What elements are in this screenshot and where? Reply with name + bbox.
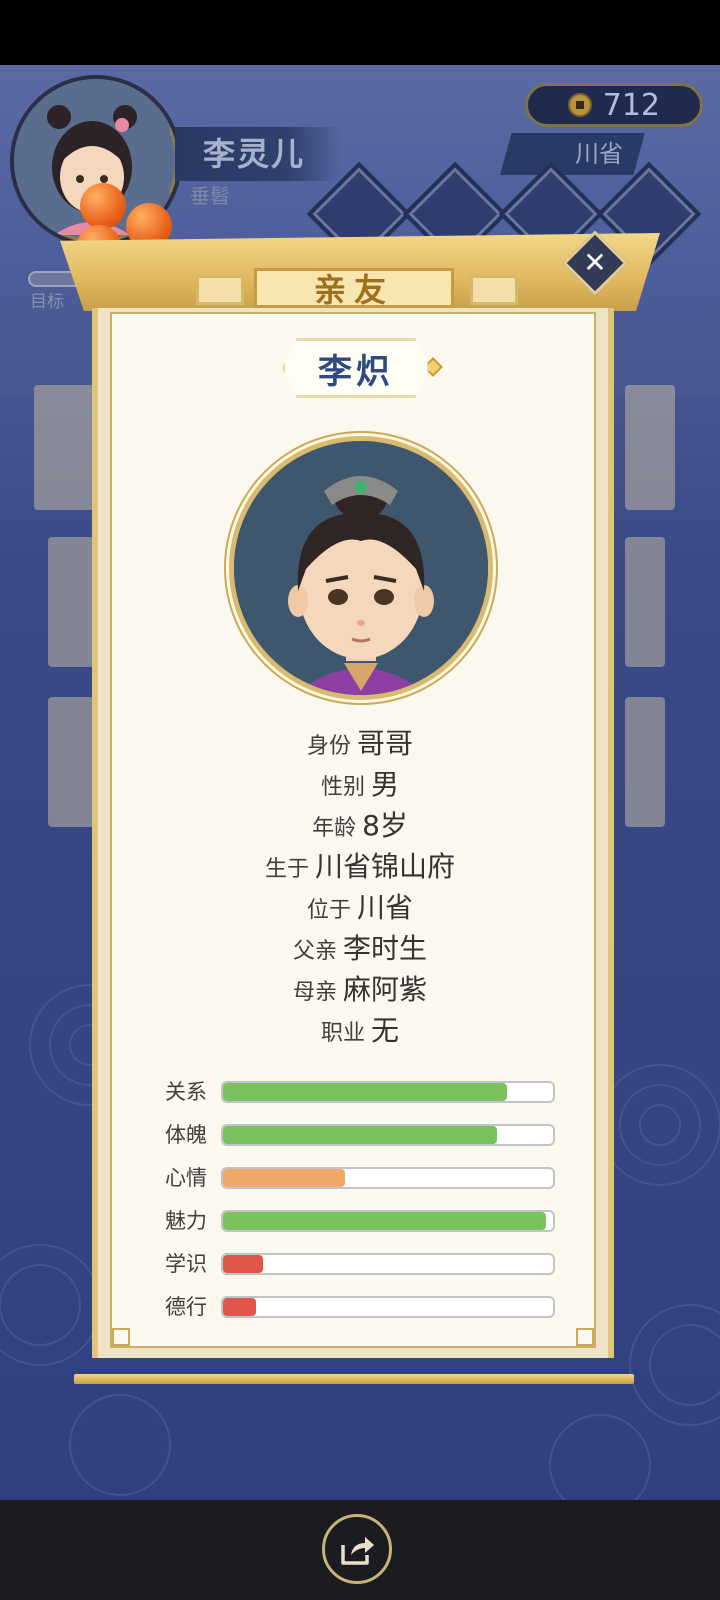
stat-row: 魅力	[165, 1209, 555, 1233]
stat-bar	[221, 1167, 555, 1189]
copper-coin-icon	[568, 93, 592, 117]
corner-ornament	[112, 1328, 130, 1346]
goal-label: 目标	[30, 292, 64, 312]
info-label: 父亲	[292, 939, 337, 964]
info-label: 身份	[306, 734, 351, 759]
stat-label: 学识	[165, 1252, 207, 1276]
currency-amount: 712	[602, 87, 660, 123]
stat-bar-fill	[223, 1126, 497, 1144]
stat-bar-fill	[223, 1212, 547, 1230]
info-value: 8岁	[362, 809, 408, 842]
bottom-bar	[0, 1500, 720, 1600]
stat-label: 体魄	[165, 1123, 207, 1147]
close-icon[interactable]: ✕	[572, 240, 618, 286]
info-value: 川省锦山府	[315, 850, 456, 883]
ornament-box	[470, 275, 518, 305]
share-icon	[341, 1537, 374, 1565]
info-label: 生于	[264, 857, 309, 882]
info-row: 母亲 麻阿紫	[92, 968, 628, 1008]
info-row: 位于 川省	[92, 886, 628, 926]
stat-row: 心情	[165, 1166, 555, 1190]
info-value: 哥哥	[357, 727, 414, 760]
info-label: 母亲	[292, 980, 337, 1005]
location-name: 川省	[575, 140, 623, 168]
info-row: 职业无	[92, 1009, 628, 1049]
info-value: 无	[371, 1014, 400, 1047]
stat-row: 学识	[165, 1252, 555, 1276]
info-row: 性别男	[92, 763, 628, 803]
currency-display: 712	[525, 83, 703, 127]
player-name: 李灵儿	[175, 127, 340, 181]
stat-bar	[221, 1124, 555, 1146]
stat-row: 德行	[165, 1295, 555, 1319]
stat-bar	[221, 1081, 555, 1103]
stat-label: 心情	[165, 1166, 207, 1190]
info-label: 位于	[306, 898, 351, 923]
dialog-title: 亲友	[254, 268, 454, 309]
stat-bar	[221, 1210, 555, 1232]
info-row: 父亲 李时生	[92, 927, 628, 967]
dialog-title-text: 亲友	[313, 271, 394, 309]
stat-bar-fill	[223, 1083, 507, 1101]
background-card	[625, 385, 675, 510]
background-card	[34, 385, 94, 510]
player-age-stage: 垂髫	[190, 184, 230, 208]
info-row: 身份 哥哥	[92, 722, 628, 762]
stat-row: 体魄	[165, 1123, 555, 1147]
info-row: 年龄 8岁	[92, 804, 628, 844]
info-value: 男	[371, 768, 400, 801]
share-button[interactable]	[322, 1514, 392, 1584]
person-name: 李炽	[318, 351, 394, 392]
stat-bar-fill	[223, 1255, 263, 1273]
info-row: 生于 川省锦山府	[92, 845, 628, 885]
boy-portrait-icon	[234, 441, 488, 695]
info-value: 川省	[357, 891, 414, 924]
stat-bar-fill	[223, 1169, 346, 1187]
stat-bar	[221, 1296, 555, 1318]
stat-label: 关系	[165, 1080, 207, 1104]
background-card	[625, 697, 665, 827]
status-bar	[0, 0, 720, 65]
stat-row: 关系	[165, 1080, 555, 1104]
info-label: 年龄	[312, 816, 357, 841]
stat-bar-fill	[223, 1298, 256, 1316]
person-name-plate: 李炽	[282, 338, 430, 398]
info-value: 麻阿紫	[343, 973, 428, 1006]
corner-ornament	[576, 1328, 594, 1346]
background-card	[625, 537, 665, 667]
scroll-bottom-rod	[74, 1374, 634, 1384]
background-card	[48, 537, 96, 667]
orange-decoration	[80, 183, 126, 229]
stat-bar	[221, 1253, 555, 1275]
stat-label: 德行	[165, 1295, 207, 1319]
background-card	[48, 697, 96, 827]
location-button[interactable]: 川省	[500, 133, 645, 175]
info-label: 性别	[320, 775, 365, 800]
info-value: 李时生	[343, 932, 428, 965]
person-portrait	[229, 436, 493, 700]
ornament-box	[196, 275, 244, 305]
stat-label: 魅力	[165, 1209, 207, 1233]
info-label: 职业	[320, 1021, 365, 1046]
